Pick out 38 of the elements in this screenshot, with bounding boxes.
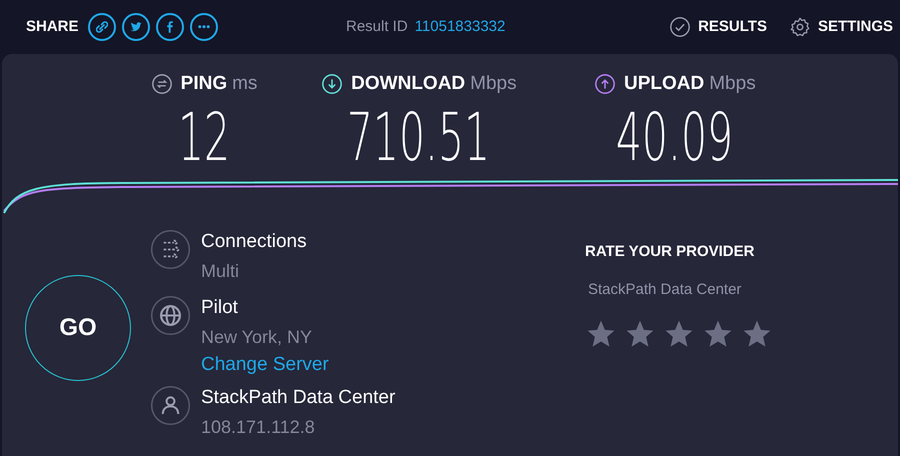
share-button[interactable] [122,13,150,41]
metric-label: DOWNLOAD [351,72,466,96]
detail-value: 108.171.112.8 [201,416,316,438]
go-button[interactable]: GO [25,274,131,380]
link-icon [96,21,108,33]
share-button[interactable] [190,13,218,41]
detail-title: Connections [201,230,307,254]
share-button[interactable] [156,13,184,41]
provider-name: StackPath Data Center [588,280,742,300]
letter-f-icon [166,21,173,33]
result-id-label: Result ID [346,16,408,37]
results-button[interactable]: RESULTS [669,16,767,38]
share-button[interactable] [88,13,116,41]
metric-value: 710.51 [347,104,490,170]
metric-unit: Mbps [709,72,756,96]
detail-value: New York, NY [201,326,314,348]
settings-button[interactable]: SETTINGS [788,16,893,38]
check-circle-icon [669,16,692,38]
metric-label: PING [180,72,228,96]
metric-unit: Mbps [470,72,517,96]
detail-title: StackPath Data Center [201,386,396,410]
globe-icon [150,294,191,336]
settings-icon [788,16,811,38]
metric-value: 12 [178,104,230,170]
rating-title: RATE YOUR PROVIDER [585,242,756,262]
ping-icon [150,73,173,96]
change-server-link[interactable]: Change Server [201,352,329,376]
metric-value: 40.09 [616,104,734,170]
person-icon [150,384,191,426]
bird-icon [130,22,142,32]
result-id-link[interactable]: 11051833332 [414,16,506,38]
share-label: SHARE [26,16,79,37]
detail-title: Pilot [201,296,239,320]
arrows-icon [150,228,191,270]
more-icon [198,25,210,29]
metric-label: UPLOAD [624,72,704,96]
metric-unit: ms [232,72,258,96]
detail-value: Multi [201,260,240,282]
